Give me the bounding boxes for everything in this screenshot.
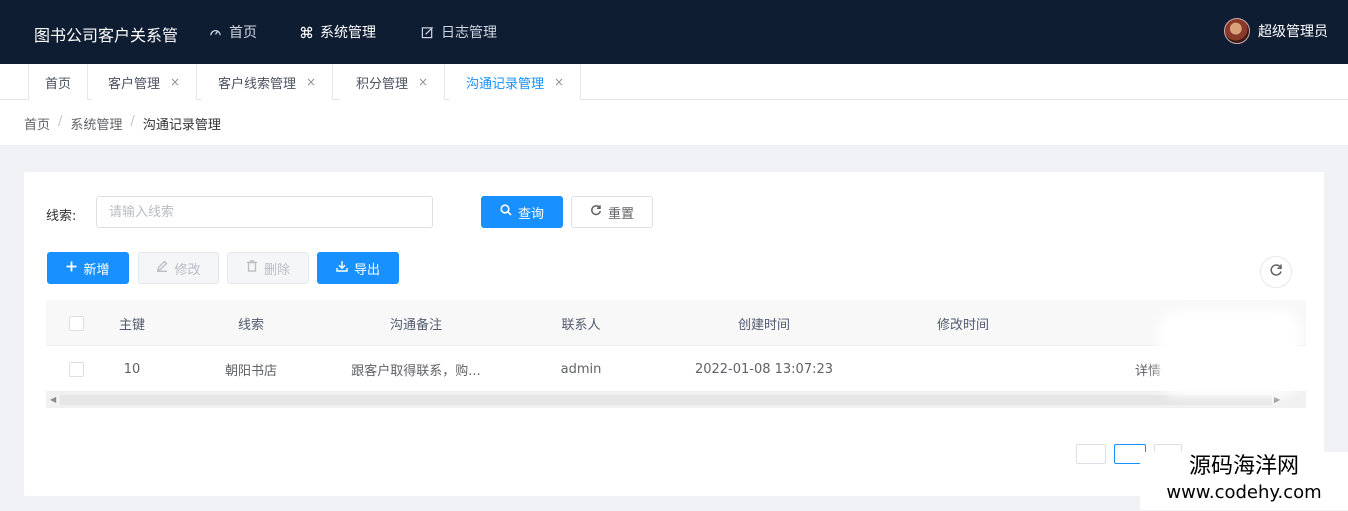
breadcrumb-item-system[interactable]: 系统管理 [70, 114, 122, 133]
clue-label: 线索: [46, 209, 77, 224]
nav-item-label: 日志管理 [441, 25, 497, 41]
nav-item-logs[interactable]: 日志管理 [420, 22, 497, 42]
add-button-label: 新增 [83, 262, 110, 278]
column-header-modified[interactable]: 修改时间 [896, 300, 1030, 346]
table-row: 10 朝阳书店 跟客户取得联系，购... admin 2022-01-08 13… [46, 346, 1306, 392]
column-header-contact[interactable]: 联系人 [536, 300, 626, 346]
watermark-url: www.codehy.com [1166, 482, 1322, 503]
reset-button[interactable]: 重置 [571, 196, 653, 228]
overlay-smudge [1166, 318, 1292, 388]
table-header: 主键 线索 沟通备注 联系人 创建时间 修改时间 操 [46, 300, 1306, 346]
breadcrumb: 首页 / 系统管理 / 沟通记录管理 [24, 114, 221, 133]
close-icon[interactable]: × [418, 75, 428, 89]
export-button[interactable]: 导出 [317, 252, 399, 284]
pagination-prev-button[interactable] [1076, 444, 1106, 464]
cell-created: 2022-01-08 13:07:23 [694, 361, 834, 377]
tab-label: 客户管理 [108, 76, 161, 92]
cell-note: 跟客户取得联系，购... [351, 363, 481, 379]
nav-item-home[interactable]: 首页 [208, 22, 257, 42]
edit-icon [156, 260, 168, 276]
scroll-right-arrow-icon[interactable]: ▶ [1274, 395, 1280, 404]
tab-points[interactable]: 积分管理 × [340, 64, 446, 100]
query-button-label: 查询 [517, 206, 544, 222]
app-title: 图书公司客户关系管 [34, 26, 179, 45]
content-card: 线索: 查询 重置 新增 修改 删除 导出 [24, 172, 1324, 496]
column-header-id[interactable]: 主键 [96, 300, 168, 346]
watermark: 源码海洋网 www.codehy.com [1140, 452, 1348, 510]
add-button[interactable]: 新增 [47, 252, 129, 284]
delete-button-label: 删除 [263, 262, 290, 278]
edit-button[interactable]: 修改 [138, 252, 219, 284]
delete-button[interactable]: 删除 [227, 252, 309, 284]
trash-icon [246, 260, 258, 276]
cell-modified [896, 346, 1030, 392]
breadcrumb-item-home[interactable]: 首页 [24, 114, 50, 133]
tab-label: 首页 [45, 76, 72, 92]
query-button[interactable]: 查询 [481, 196, 563, 228]
edit-icon [420, 25, 434, 39]
horizontal-scrollbar[interactable]: ◀ ▶ [46, 392, 1306, 408]
cell-contact: admin [560, 361, 602, 377]
scroll-left-arrow-icon[interactable]: ◀ [50, 395, 56, 404]
cell-id: 10 [123, 361, 141, 377]
clue-search-input[interactable] [96, 196, 433, 228]
breadcrumb-separator: / [130, 114, 135, 129]
tab-label: 沟通记录管理 [466, 76, 545, 92]
plus-icon [66, 261, 77, 276]
avatar [1224, 18, 1250, 44]
tabs-bar: 首页 客户管理 × 客户线索管理 × 积分管理 × 沟通记录管理 × [0, 64, 1348, 100]
tab-home[interactable]: 首页 [28, 64, 89, 100]
tab-customer-clue[interactable]: 客户线索管理 × [202, 64, 334, 100]
select-all-checkbox[interactable] [68, 315, 84, 331]
breadcrumb-item-current: 沟通记录管理 [142, 118, 221, 133]
column-header-clue[interactable]: 线索 [186, 300, 316, 346]
search-icon [500, 204, 512, 220]
watermark-title: 源码海洋网 [1188, 454, 1299, 479]
command-icon [299, 25, 313, 39]
tab-communication-records[interactable]: 沟通记录管理 × [450, 64, 582, 100]
user-name: 超级管理员 [1258, 24, 1328, 40]
tab-label: 客户线索管理 [218, 76, 297, 92]
close-icon[interactable]: × [306, 75, 316, 89]
records-table: 主键 线索 沟通备注 联系人 创建时间 修改时间 操 10 朝阳书店 跟客户取得… [46, 300, 1306, 408]
cell-clue: 朝阳书店 [224, 363, 277, 379]
tab-customer[interactable]: 客户管理 × [92, 64, 198, 100]
table-refresh-button[interactable] [1260, 256, 1292, 288]
column-header-note[interactable]: 沟通备注 [346, 300, 486, 346]
edit-button-label: 修改 [174, 262, 201, 278]
dashboard-icon [208, 25, 222, 39]
reset-button-label: 重置 [607, 206, 634, 222]
column-header-created[interactable]: 创建时间 [696, 300, 832, 346]
tab-label: 积分管理 [356, 76, 409, 92]
refresh-icon [590, 204, 602, 220]
breadcrumb-bar: 首页 / 系统管理 / 沟通记录管理 [0, 100, 1348, 146]
top-nav-bar: 图书公司客户关系管 首页 系统管理 日志管理 超级管理员 [0, 0, 1348, 64]
nav-item-label: 首页 [229, 25, 257, 41]
close-icon[interactable]: × [170, 75, 180, 89]
detail-link[interactable]: 详情 [1128, 346, 1168, 392]
close-icon[interactable]: × [554, 75, 564, 89]
download-icon [336, 260, 348, 276]
breadcrumb-separator: / [58, 114, 63, 129]
nav-item-system[interactable]: 系统管理 [299, 22, 376, 42]
scrollbar-thumb[interactable] [60, 395, 1272, 405]
row-checkbox[interactable] [68, 361, 84, 377]
refresh-icon [1269, 263, 1283, 281]
nav-item-label: 系统管理 [320, 25, 376, 41]
user-menu[interactable]: 超级管理员 [1224, 18, 1328, 44]
export-button-label: 导出 [353, 262, 380, 278]
